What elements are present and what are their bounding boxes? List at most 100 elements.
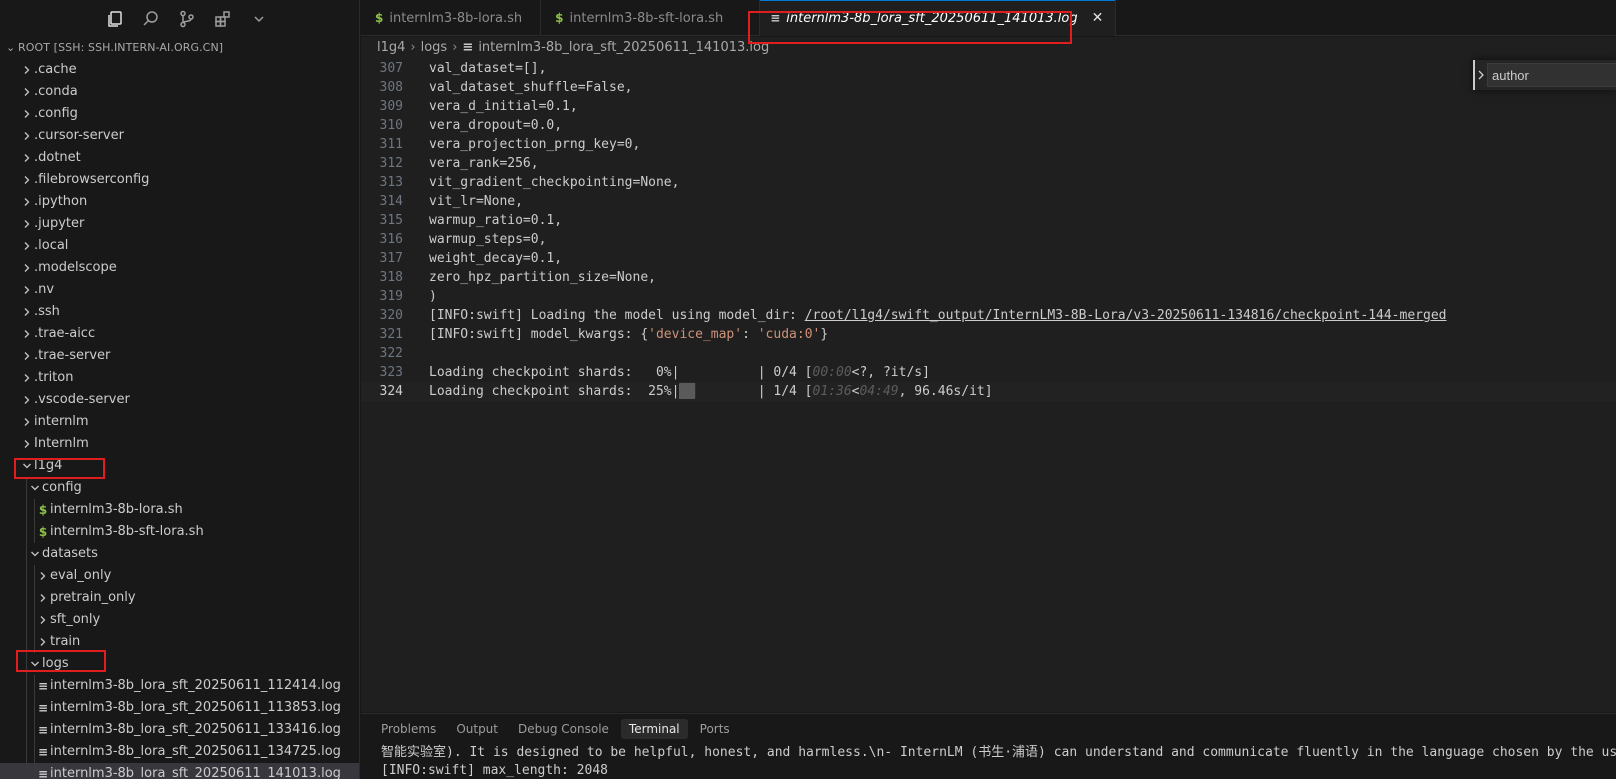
code-line: 317 weight_decay=0.1, <box>361 249 1616 268</box>
extensions-icon[interactable] <box>212 8 234 30</box>
indent-guide <box>26 697 27 719</box>
tab-ports[interactable]: Ports <box>692 719 738 739</box>
indent-guide <box>34 675 35 697</box>
code-token: Loading checkpoint shards: 0%| | 0/4 [ <box>429 365 813 380</box>
tree-item-logs[interactable]: logs <box>0 653 359 675</box>
line-number: 307 <box>379 61 403 76</box>
tree-item-label: .local <box>34 238 69 253</box>
code-token: 04:49 <box>859 384 899 399</box>
line-text: vera_d_initial=0.1, <box>429 97 578 116</box>
line-number: 313 <box>379 175 403 190</box>
tree-item-l1g4[interactable]: l1g4 <box>0 455 359 477</box>
tab-log-file[interactable]: ≡ internlm3-8b_lora_sft_20250611_141013.… <box>760 0 1117 36</box>
indent-guide <box>34 631 35 653</box>
tree-item-internlm[interactable]: internlm <box>0 411 359 433</box>
breadcrumb-file[interactable]: internlm3-8b_lora_sft_20250611_141013.lo… <box>478 40 769 55</box>
terminal-output[interactable]: 智能实验室). It is designed to be helpful, ho… <box>361 744 1616 779</box>
tree-item-label: .vscode-server <box>34 392 130 407</box>
line-number: 323 <box>379 365 403 380</box>
tree-item-internlm3-8b-lora-sft-20250611-133416-log[interactable]: ≡ internlm3-8b_lora_sft_20250611_133416.l… <box>0 719 359 741</box>
chevron-right-icon <box>36 587 50 609</box>
breadcrumb-item[interactable]: logs <box>421 40 448 55</box>
breadcrumb-separator: › <box>452 40 458 55</box>
tree-item-label: .modelscope <box>34 260 117 275</box>
tree-item-internlm3-8b-lora-sh[interactable]: $ internlm3-8b-lora.sh <box>0 499 359 521</box>
tree-item-label: internlm3-8b_lora_sft_20250611_112414.lo… <box>50 678 341 693</box>
line-number: 321 <box>379 327 403 342</box>
explorer-root-header[interactable]: ⌄ ROOT [SSH: SSH.INTERN-AI.ORG.CN] <box>0 38 359 58</box>
code-token: : <box>742 327 758 342</box>
tree-item-datasets[interactable]: datasets <box>0 543 359 565</box>
path-link[interactable]: /root/l1g4/swift_output/InternLM3-8B-Lor… <box>805 308 1447 323</box>
tree-item-internlm[interactable]: Internlm <box>0 433 359 455</box>
tree-item-train[interactable]: train <box>0 631 359 653</box>
tree-item-config[interactable]: .config <box>0 103 359 125</box>
tree-item-label: eval_only <box>50 568 112 583</box>
line-text: Loading checkpoint shards: 25%|██ | 1/4 … <box>429 382 993 401</box>
shell-file-icon: $ <box>38 503 48 517</box>
tab-internlm3-8b-lora[interactable]: $ internlm3-8b-lora.sh <box>361 0 542 36</box>
find-input[interactable] <box>1487 63 1616 87</box>
tree-item-cursor-server[interactable]: .cursor-server <box>0 125 359 147</box>
tree-item-label: logs <box>42 656 69 671</box>
tree-item-cache[interactable]: .cache <box>0 59 359 81</box>
tree-item-filebrowserconfig[interactable]: .filebrowserconfig <box>0 169 359 191</box>
indent-guide <box>26 477 27 499</box>
chevron-down-icon: ⌄ <box>6 41 16 54</box>
tree-item-triton[interactable]: .triton <box>0 367 359 389</box>
tree-item-config[interactable]: config <box>0 477 359 499</box>
tree-item-vscode-server[interactable]: .vscode-server <box>0 389 359 411</box>
explorer-icon[interactable] <box>104 8 126 30</box>
tree-item-modelscope[interactable]: .modelscope <box>0 257 359 279</box>
tab-debug-console[interactable]: Debug Console <box>510 719 617 739</box>
chevron-down-icon <box>28 543 42 565</box>
code-token: Loading checkpoint shards: 25%| <box>429 384 680 399</box>
tab-problems[interactable]: Problems <box>373 719 444 739</box>
breadcrumb-item[interactable]: l1g4 <box>377 40 405 55</box>
tree-item-trae-aicc[interactable]: .trae-aicc <box>0 323 359 345</box>
chevron-right-icon <box>20 367 34 389</box>
tree-item-ssh[interactable]: .ssh <box>0 301 359 323</box>
tree-item-internlm3-8b-sft-lora-sh[interactable]: $ internlm3-8b-sft-lora.sh <box>0 521 359 543</box>
chevron-right-icon <box>20 323 34 345</box>
tree-item-sft-only[interactable]: sft_only <box>0 609 359 631</box>
line-number: 318 <box>379 270 403 285</box>
tree-item-internlm3-8b-lora-sft-20250611-113853-log[interactable]: ≡ internlm3-8b_lora_sft_20250611_113853.l… <box>0 697 359 719</box>
tab-terminal[interactable]: Terminal <box>620 719 688 739</box>
code-token: vera_projection_prng_key=0, <box>429 137 641 152</box>
tree-item-jupyter[interactable]: .jupyter <box>0 213 359 235</box>
tree-item-dotnet[interactable]: .dotnet <box>0 147 359 169</box>
chevron-down-icon[interactable] <box>248 8 270 30</box>
tree-item-label: .jupyter <box>34 216 85 231</box>
tree-item-internlm3-8b-lora-sft-20250611-112414-log[interactable]: ≡ internlm3-8b_lora_sft_20250611_112414.l… <box>0 675 359 697</box>
tree-item-label: config <box>42 480 82 495</box>
code-line: 322 <box>361 344 1616 363</box>
tree-item-ipython[interactable]: .ipython <box>0 191 359 213</box>
tree-item-conda[interactable]: .conda <box>0 81 359 103</box>
shell-file-icon: $ <box>38 525 48 539</box>
view-switcher <box>0 0 359 38</box>
text-file-icon: ≡ <box>37 745 49 759</box>
chevron-right-icon[interactable] <box>1475 69 1487 81</box>
tree-item-internlm3-8b-lora-sft-20250611-134725-log[interactable]: ≡ internlm3-8b_lora_sft_20250611_134725.l… <box>0 741 359 763</box>
code-editor[interactable]: 307 val_dataset=[], 308 val_dataset_shuffle… <box>361 59 1616 712</box>
code-token: warmup_steps=0, <box>429 232 547 247</box>
indent-guide <box>26 675 27 697</box>
tab-output[interactable]: Output <box>448 719 506 739</box>
search-icon[interactable] <box>140 8 162 30</box>
text-file-icon: ≡ <box>37 767 49 779</box>
close-icon[interactable]: ✕ <box>1092 10 1104 26</box>
tree-item-local[interactable]: .local <box>0 235 359 257</box>
tree-item-nv[interactable]: .nv <box>0 279 359 301</box>
tree-item-pretrain-only[interactable]: pretrain_only <box>0 587 359 609</box>
tab-internlm3-8b-sft-lora[interactable]: $ internlm3-8b-sft-lora.sh <box>541 0 761 36</box>
tree-item-eval-only[interactable]: eval_only <box>0 565 359 587</box>
code-token: vera_dropout=0.0, <box>429 118 563 133</box>
tree-item-trae-server[interactable]: .trae-server <box>0 345 359 367</box>
chevron-right-icon <box>20 81 34 103</box>
line-text: warmup_steps=0, <box>429 230 546 249</box>
tree-item-internlm3-8b-lora-sft-20250611-141013-log[interactable]: ≡ internlm3-8b_lora_sft_20250611_141013.l… <box>0 763 359 779</box>
code-line: 307 val_dataset=[], <box>361 59 1616 78</box>
source-control-icon[interactable] <box>176 8 198 30</box>
line-text: weight_decay=0.1, <box>429 249 562 268</box>
